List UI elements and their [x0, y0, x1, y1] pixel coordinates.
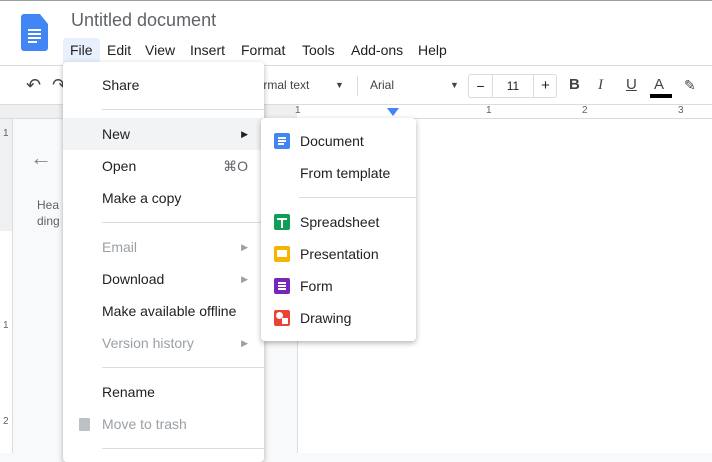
ruler-number: 1: [3, 320, 9, 331]
menu-item-offline[interactable]: Make available offline: [63, 295, 264, 327]
new-submenu: Document From template Spreadsheet Prese…: [261, 118, 416, 341]
indent-marker[interactable]: [387, 108, 399, 116]
menu-help[interactable]: Help: [412, 40, 453, 60]
label: Version history: [102, 335, 194, 351]
menu-item-open[interactable]: Open ⌘O: [63, 150, 264, 182]
slides-icon: [274, 246, 290, 262]
menu-item-new[interactable]: New ▶: [63, 118, 264, 150]
menu-addons[interactable]: Add-ons: [345, 40, 409, 60]
menu-edit[interactable]: Edit: [101, 40, 137, 60]
menu-item-version-history[interactable]: Version history ▶: [63, 327, 264, 359]
menu-tools[interactable]: Tools: [296, 40, 341, 60]
separator: [102, 222, 264, 223]
submenu-item-presentation[interactable]: Presentation: [261, 238, 416, 270]
trash-icon: [79, 418, 90, 431]
decrease-font-button[interactable]: −: [469, 75, 493, 97]
text-color-swatch: [650, 94, 672, 98]
submenu-item-template[interactable]: From template: [261, 157, 416, 189]
menu-item-make-copy[interactable]: Make a copy: [63, 182, 264, 214]
font-select[interactable]: Arial: [370, 74, 394, 96]
label: Make a copy: [102, 190, 182, 206]
label: Make available offline: [102, 303, 237, 319]
menu-item-rename[interactable]: Rename: [63, 376, 264, 408]
menu-view[interactable]: View: [139, 40, 181, 60]
font-size-input[interactable]: 11: [493, 75, 533, 97]
label: Presentation: [300, 246, 379, 262]
label: New: [102, 126, 131, 142]
menu-item-download[interactable]: Download ▶: [63, 263, 264, 295]
italic-button[interactable]: I: [598, 74, 603, 96]
menu-insert[interactable]: Insert: [184, 40, 231, 60]
chevron-down-icon[interactable]: ▼: [335, 74, 344, 96]
label: Document: [300, 133, 364, 149]
submenu-arrow-icon: ▶: [241, 242, 248, 252]
menu-file[interactable]: File: [64, 40, 99, 60]
ruler-number: 2: [3, 416, 9, 427]
submenu-arrow-icon: ▶: [241, 129, 248, 139]
label: Open: [102, 158, 137, 174]
docs-icon: [274, 133, 290, 149]
bold-button[interactable]: B: [569, 74, 580, 96]
file-menu: Share New ▶ Open ⌘O Make a copy Email ▶ Dow…: [63, 62, 264, 462]
submenu-arrow-icon: ▶: [241, 274, 248, 284]
label: Email: [102, 239, 138, 255]
text-color-button[interactable]: A: [654, 74, 664, 96]
highlight-pen-icon[interactable]: ✎: [684, 74, 696, 96]
document-title[interactable]: Untitled document: [71, 10, 216, 31]
label: Download: [102, 271, 165, 287]
back-arrow-icon[interactable]: ←: [30, 145, 52, 171]
menu-item-email[interactable]: Email ▶: [63, 231, 264, 263]
separator: [299, 197, 416, 198]
menu-item-share[interactable]: Share: [63, 69, 264, 101]
separator: [102, 109, 264, 110]
docs-logo-icon[interactable]: [21, 14, 48, 51]
undo-icon[interactable]: ↶: [26, 74, 41, 96]
label: Share: [102, 77, 140, 93]
separator: [102, 367, 264, 368]
separator: [102, 448, 264, 449]
divider: [357, 76, 358, 96]
label: Form: [300, 278, 333, 294]
increase-font-button[interactable]: +: [533, 75, 557, 97]
label: Drawing: [300, 310, 352, 326]
menu-format[interactable]: Format: [235, 40, 291, 60]
label: Rename: [102, 384, 155, 400]
ruler-number: 3: [678, 105, 684, 116]
submenu-item-form[interactable]: Form: [261, 270, 416, 302]
shortcut: ⌘O: [223, 158, 248, 174]
forms-icon: [274, 278, 290, 294]
ruler-number: 2: [582, 105, 588, 116]
menu-item-trash[interactable]: Move to trash: [63, 408, 264, 440]
sheets-icon: [274, 214, 290, 230]
label: Spreadsheet: [300, 214, 380, 230]
ruler-number: 1: [3, 128, 9, 139]
underline-button[interactable]: U: [626, 74, 637, 96]
font-size-stepper: − 11 +: [468, 74, 557, 98]
drawings-icon: [274, 310, 290, 326]
ruler-number: 1: [295, 105, 301, 116]
submenu-item-drawing[interactable]: Drawing: [261, 302, 416, 334]
chevron-down-icon[interactable]: ▼: [450, 74, 459, 96]
outline-placeholder: Headings you add to the document will ap…: [37, 198, 60, 231]
label: From template: [300, 165, 391, 181]
submenu-item-document[interactable]: Document: [261, 125, 416, 157]
label: Move to trash: [102, 416, 187, 432]
submenu-arrow-icon: ▶: [241, 338, 248, 348]
ruler-number: 1: [486, 105, 492, 116]
submenu-item-spreadsheet[interactable]: Spreadsheet: [261, 206, 416, 238]
